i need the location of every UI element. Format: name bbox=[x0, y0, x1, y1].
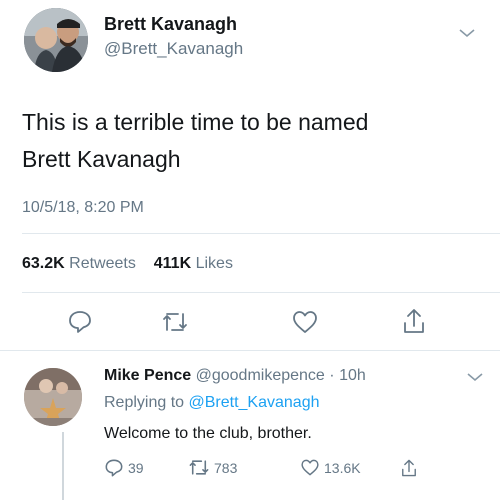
heart-icon bbox=[301, 459, 319, 476]
tweet-text-line: Brett Kavanagh bbox=[22, 146, 181, 172]
reply-header: Mike Pence @goodmikepence · 10h bbox=[104, 367, 366, 385]
heart-icon[interactable] bbox=[290, 308, 320, 336]
reply-count: 39 bbox=[128, 460, 144, 476]
separator: · bbox=[329, 367, 335, 384]
reply-action-bar: 39 783 13.6K bbox=[104, 458, 494, 480]
replying-to-label: Replying to bbox=[104, 394, 185, 411]
avatar[interactable] bbox=[24, 8, 88, 72]
likes-count[interactable]: 411K bbox=[154, 255, 191, 272]
avatar[interactable] bbox=[24, 368, 82, 426]
tweet-timestamp[interactable]: 10/5/18, 8:20 PM bbox=[22, 199, 144, 217]
retweets-count[interactable]: 63.2K bbox=[22, 255, 65, 272]
username-handle[interactable]: @Brett_Kavanagh bbox=[104, 39, 243, 59]
chevron-down-icon[interactable] bbox=[466, 370, 484, 382]
retweet-icon[interactable] bbox=[160, 308, 190, 336]
retweet-count: 783 bbox=[214, 459, 238, 476]
mention-link[interactable]: @Brett_Kavanagh bbox=[189, 394, 320, 411]
thread-connector bbox=[62, 432, 64, 500]
retweets-label[interactable]: Retweets bbox=[69, 255, 136, 272]
divider bbox=[22, 292, 500, 293]
divider bbox=[0, 350, 500, 351]
share-button[interactable] bbox=[400, 458, 418, 478]
display-name[interactable]: Brett Kavanagh bbox=[104, 14, 237, 35]
tweet-time-ago[interactable]: 10h bbox=[339, 367, 366, 384]
chevron-down-icon[interactable] bbox=[458, 26, 476, 38]
replying-to: Replying to @Brett_Kavanagh bbox=[104, 394, 320, 412]
divider bbox=[22, 233, 500, 234]
tweet-text: This is a terrible time to be named Bret… bbox=[22, 104, 472, 178]
share-icon bbox=[402, 459, 416, 477]
tweet-thread: Brett Kavanagh @Brett_Kavanagh This is a… bbox=[0, 0, 500, 500]
tweet-text-line: This is a terrible time to be named bbox=[22, 109, 369, 135]
likes-label[interactable]: Likes bbox=[196, 255, 233, 272]
avatar-photo bbox=[24, 368, 82, 426]
display-name[interactable]: Mike Pence bbox=[104, 367, 191, 384]
reply-icon[interactable] bbox=[66, 308, 94, 336]
share-icon[interactable] bbox=[400, 306, 428, 336]
retweet-button[interactable]: 783 bbox=[188, 458, 237, 477]
like-button[interactable]: 13.6K bbox=[300, 458, 361, 477]
username-handle[interactable]: @goodmikepence bbox=[196, 367, 325, 384]
avatar-photo bbox=[24, 8, 88, 72]
reply-button[interactable]: 39 bbox=[104, 458, 144, 478]
reply-icon bbox=[105, 459, 123, 477]
tweet-text: Welcome to the club, brother. bbox=[104, 425, 312, 442]
retweet-icon bbox=[189, 460, 209, 475]
like-count: 13.6K bbox=[324, 459, 361, 476]
tweet-stats: 63.2K Retweets 411K Likes bbox=[22, 255, 233, 273]
